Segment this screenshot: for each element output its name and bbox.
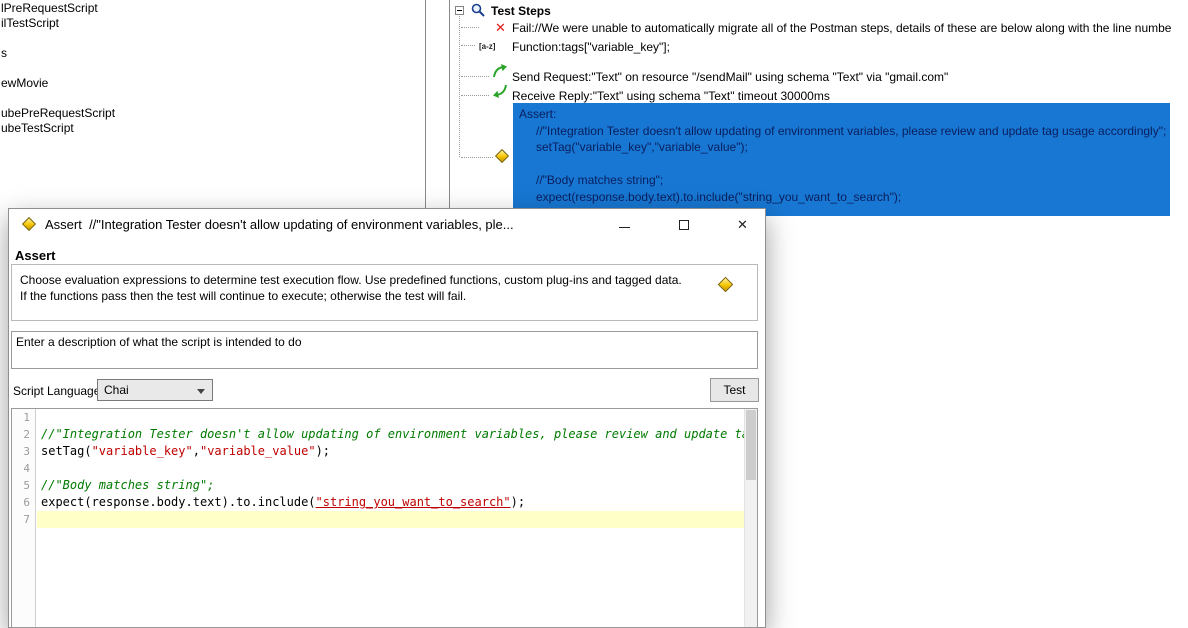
tree-node-assert-selected[interactable]: Assert: //"Integration Tester doesn't al…: [513, 103, 1170, 216]
left-pane-divider: [425, 0, 426, 208]
line-number: 4: [12, 460, 35, 477]
close-icon: ✕: [737, 217, 748, 233]
tree-connector: [461, 76, 489, 77]
code-token: expect(response.body.text).to.include(: [41, 495, 316, 509]
code-line[interactable]: [37, 460, 744, 477]
dialog-title: Assert //"Integration Tester doesn't all…: [45, 217, 514, 232]
fail-icon: ✕: [495, 21, 506, 34]
code-area[interactable]: //"Integration Tester doesn't allow upda…: [37, 409, 744, 627]
info-text: Choose evaluation expressions to determi…: [20, 273, 682, 287]
code-line-current[interactable]: [37, 511, 744, 528]
code-token: "variable_key": [92, 444, 193, 458]
script-language-label: Script Language:: [13, 384, 104, 398]
screen: { "colors": { "selection_blue": "#1777d2…: [0, 0, 1188, 595]
line-number: 5: [12, 477, 35, 494]
tree-item[interactable]: ubePreRequestScript: [1, 106, 115, 120]
selected-language: Chai: [104, 383, 129, 397]
line-number: 1: [12, 409, 35, 426]
code-token: "variable_value": [200, 444, 316, 458]
receive-reply-icon: [492, 83, 508, 102]
code-line[interactable]: setTag("variable_key","variable_value");: [37, 443, 744, 460]
line-number: 7: [12, 511, 35, 528]
send-request-icon: [492, 63, 508, 82]
assert-diamond-icon: [718, 277, 734, 293]
tree-item[interactable]: ilTestScript: [1, 16, 59, 30]
chevron-down-icon: [197, 389, 205, 394]
tree-item[interactable]: s: [1, 46, 7, 60]
code-line[interactable]: //"Integration Tester doesn't allow upda…: [37, 426, 744, 443]
line-number: 2: [12, 426, 35, 443]
tree-connector: [461, 45, 475, 46]
assert-line: setTag("variable_key","variable_value");: [519, 139, 1164, 156]
code-line[interactable]: [37, 409, 744, 426]
tree-item[interactable]: ewMovie: [1, 76, 48, 90]
code-line[interactable]: expect(response.body.text).to.include("s…: [37, 494, 744, 511]
tree-node-function[interactable]: Function:tags["variable_key"];: [512, 40, 670, 54]
assert-title: Assert:: [519, 106, 1164, 123]
code-token: //"Integration Tester doesn't allow upda…: [41, 427, 744, 441]
test-button[interactable]: Test: [710, 378, 759, 402]
dialog-titlebar[interactable]: Assert //"Integration Tester doesn't all…: [9, 209, 765, 241]
function-icon: [a-z]: [479, 42, 495, 51]
maximize-button[interactable]: [661, 209, 706, 241]
editor-scrollbar[interactable]: [744, 409, 757, 627]
code-token: ,: [193, 444, 200, 458]
info-box: Choose evaluation expressions to determi…: [11, 264, 758, 321]
section-heading: Assert: [15, 248, 55, 263]
tree-connector: [459, 16, 460, 157]
assert-line: [519, 156, 1164, 173]
code-token: "string_you_want_to_search": [316, 495, 511, 509]
tree-item[interactable]: ubeTestScript: [1, 121, 74, 135]
tree-connector: [461, 27, 479, 28]
tree-node-receive-reply[interactable]: Receive Reply:"Text" using schema "Text"…: [512, 89, 830, 103]
scrollbar-thumb[interactable]: [746, 410, 756, 480]
tree-node-send-request[interactable]: Send Request:"Text" on resource "/sendMa…: [512, 70, 948, 84]
tree-item[interactable]: lPreRequestScript: [1, 1, 98, 15]
close-button[interactable]: ✕: [720, 209, 765, 241]
info-text: If the functions pass then the test will…: [20, 289, 466, 303]
minimize-icon: [619, 227, 630, 228]
assert-dialog: Assert //"Integration Tester doesn't all…: [8, 208, 766, 628]
assert-diamond-icon: [495, 149, 509, 163]
test-steps-icon: [470, 2, 486, 21]
tree-connector: [461, 157, 493, 158]
assert-line: //"Body matches string";: [519, 172, 1164, 189]
line-number-gutter: 1 2 3 4 5 6 7: [12, 409, 36, 627]
assert-diamond-icon: [22, 217, 36, 231]
code-token: //"Body matches string";: [41, 478, 214, 492]
maximize-icon: [679, 220, 689, 230]
tree-node-test-steps[interactable]: Test Steps: [491, 4, 551, 18]
assert-line: expect(response.body.text).to.include("s…: [519, 189, 1164, 206]
line-number: 6: [12, 494, 35, 511]
assert-line: //"Integration Tester doesn't allow upda…: [519, 123, 1164, 140]
script-language-select[interactable]: Chai: [97, 379, 213, 401]
minimize-button[interactable]: [602, 209, 647, 241]
script-editor[interactable]: 1 2 3 4 5 6 7 //"Integration Tester does…: [11, 408, 758, 628]
code-token: setTag(: [41, 444, 92, 458]
line-number: 3: [12, 443, 35, 460]
description-input[interactable]: Enter a description of what the script i…: [11, 331, 758, 369]
tree-connector: [461, 95, 489, 96]
code-line[interactable]: //"Body matches string";: [37, 477, 744, 494]
collapse-toggle[interactable]: [455, 6, 464, 15]
right-pane-divider: [449, 0, 450, 208]
tree-node-fail[interactable]: Fail://We were unable to automatically m…: [512, 21, 1171, 35]
code-token: );: [511, 495, 525, 509]
code-token: );: [316, 444, 330, 458]
